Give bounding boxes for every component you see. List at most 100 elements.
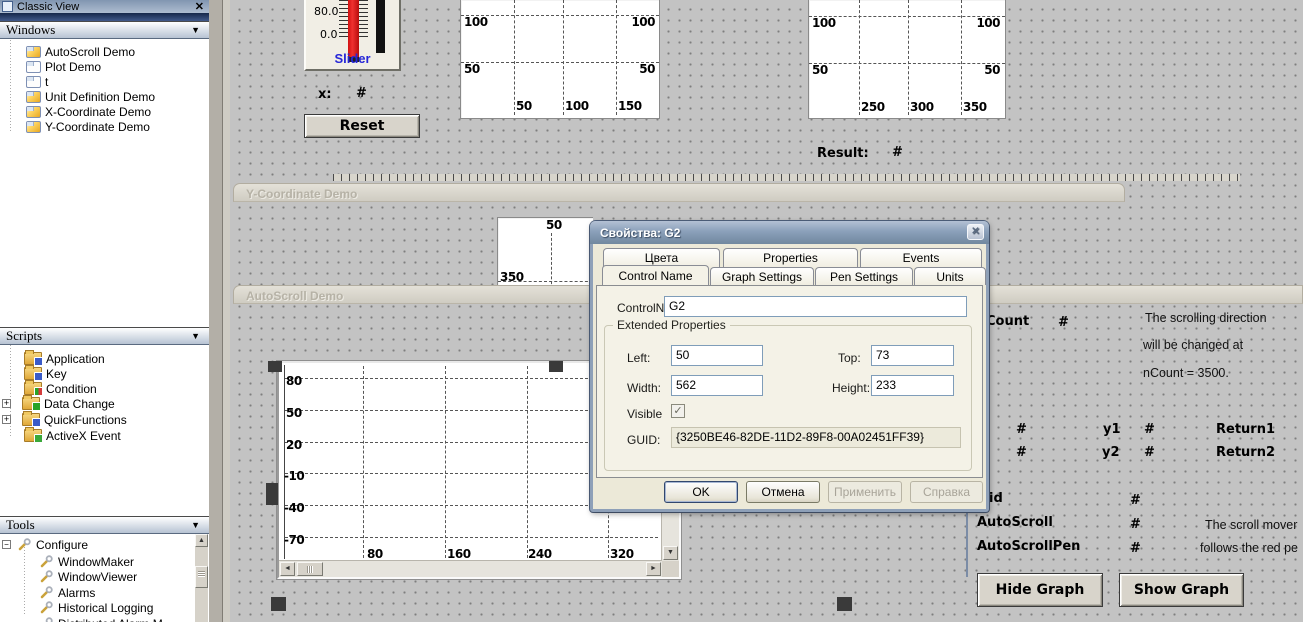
tab-label: Properties (763, 251, 818, 265)
axis-tick-label: 50 (546, 219, 562, 232)
sidebar-item-unit-definition-demo[interactable]: Unit Definition Demo (26, 89, 155, 104)
sidebar-item-historical-logging[interactable]: Historical Logging (40, 600, 153, 615)
controlname-input[interactable]: G2 (664, 296, 967, 317)
sidebar-item-data-change-script[interactable]: Data Change (2, 396, 115, 411)
selection-handle[interactable] (266, 483, 278, 505)
axis-tick-label: 350 (500, 271, 524, 284)
autoscrollpen-value-placeholder: # (1130, 542, 1141, 556)
tab-label: Цвета (645, 251, 678, 265)
sidebar-item-key-script[interactable]: Key (24, 366, 67, 381)
tree-item-label: Application (46, 352, 105, 366)
selection-handle[interactable] (271, 597, 286, 611)
y1-value-placeholder: # (1016, 423, 1027, 437)
hide-graph-button[interactable]: Hide Graph (977, 573, 1103, 607)
tab-label: Control Name (618, 269, 692, 283)
width-label: Width: (627, 381, 661, 395)
sidebar-item-configure[interactable]: Configure (2, 537, 88, 552)
classic-view-panel: Classic View Windows AutoScroll Demo Plo… (0, 0, 211, 622)
scroll-right-icon[interactable] (646, 562, 661, 576)
expander-plus-icon[interactable] (2, 399, 11, 408)
sidebar-item-activex-event-script[interactable]: ActiveX Event (24, 428, 121, 443)
controlname-value: G2 (669, 299, 685, 313)
close-icon[interactable] (195, 0, 204, 13)
visible-checkbox[interactable] (671, 404, 685, 418)
dialog-titlebar[interactable]: Свойства: G2 (590, 221, 989, 244)
apply-label: Применить (834, 485, 896, 499)
top-value: 73 (876, 348, 889, 362)
scrollbar-thumb[interactable] (195, 566, 208, 588)
sidebar-item-x-coordinate-demo[interactable]: X-Coordinate Demo (26, 104, 151, 119)
tab-events[interactable]: Events (860, 248, 982, 268)
chevron-down-icon (191, 25, 200, 35)
tools-scrollbar[interactable] (195, 534, 208, 622)
selection-handle[interactable] (837, 597, 852, 611)
selection-handle[interactable] (268, 361, 282, 372)
section-header-label: Scripts (6, 328, 42, 344)
tab-pen-settings[interactable]: Pen Settings (815, 267, 913, 285)
selection-handle[interactable] (549, 361, 563, 372)
sidebar-item-windowviewer[interactable]: WindowViewer (40, 569, 137, 584)
wrench-icon (40, 570, 54, 583)
tree-item-label: Distributed Alarm M (58, 617, 163, 622)
tab-control-name[interactable]: Control Name (602, 265, 709, 285)
cancel-button[interactable]: Отмена (746, 481, 820, 503)
help-button[interactable]: Справка (910, 481, 983, 503)
sidebar-item-alarms[interactable]: Alarms (40, 585, 95, 600)
gridline (859, 0, 860, 115)
yellow-window-icon (26, 121, 41, 133)
scroll-up-icon[interactable] (195, 534, 208, 547)
return1-label: Return1 (1216, 423, 1275, 437)
height-label: Height: (832, 381, 870, 395)
key-script-icon (24, 367, 42, 380)
top-input[interactable]: 73 (871, 345, 954, 366)
sidebar-item-t[interactable]: t (26, 74, 48, 89)
quickfunctions-script-icon (22, 413, 40, 426)
sidebar-item-autoscroll-demo[interactable]: AutoScroll Demo (26, 44, 135, 59)
window-titlebar-y-coordinate-demo[interactable]: Y-Coordinate Demo (233, 183, 1125, 202)
scroll-down-icon[interactable] (663, 546, 678, 560)
data-change-script-icon (22, 397, 40, 410)
classic-view-titlebar[interactable]: Classic View (0, 0, 209, 13)
guid-value: {3250BE46-82DE-11D2-89F8-00A02451FF39} (676, 430, 924, 444)
sidebar-item-y-coordinate-demo[interactable]: Y-Coordinate Demo (26, 119, 150, 134)
tree-item-label: WindowMaker (58, 555, 134, 569)
sidebar-item-condition-script[interactable]: Condition (24, 381, 97, 396)
ok-label: OK (692, 485, 709, 499)
tab-properties[interactable]: Properties (723, 248, 858, 268)
sidebar-item-plot-demo[interactable]: Plot Demo (26, 59, 101, 74)
show-graph-button[interactable]: Show Graph (1119, 573, 1244, 607)
scrollbar-thumb[interactable] (297, 562, 323, 576)
slider-gauge-control[interactable]: 80.0 0.0 Slider (304, 0, 401, 71)
section-header-tools[interactable]: Tools (0, 516, 209, 534)
scroll-left-icon[interactable] (280, 562, 295, 576)
sidebar-item-windowmaker[interactable]: WindowMaker (40, 554, 134, 569)
ok-button[interactable]: OK (664, 481, 738, 503)
tab-units[interactable]: Units (914, 267, 986, 285)
chart-hscrollbar[interactable] (279, 560, 662, 577)
tree-item-label: Key (46, 367, 67, 381)
section-header-scripts[interactable]: Scripts (0, 327, 209, 345)
section-header-label: Tools (6, 517, 35, 533)
left-input[interactable]: 50 (671, 345, 763, 366)
top-label: Top: (838, 351, 861, 365)
expander-plus-icon[interactable] (2, 415, 11, 424)
height-input[interactable]: 233 (871, 375, 954, 396)
y-coordinate-chart[interactable]: 50 350 (497, 217, 593, 290)
scrolling-note-line3: nCount = 3500. (1143, 366, 1229, 380)
sidebar-item-application-script[interactable]: Application (24, 351, 105, 366)
xy-chart-2[interactable]: 100 50 100 50 250 300 350 (808, 0, 1006, 119)
sidebar-item-distributed[interactable]: Distributed Alarm M (40, 616, 163, 622)
xy-chart-1[interactable]: 100 50 100 50 50 100 150 (460, 0, 660, 119)
expander-minus-icon[interactable] (2, 540, 11, 549)
apply-button[interactable]: Применить (828, 481, 902, 503)
yellow-window-icon (26, 91, 41, 103)
width-input[interactable]: 562 (671, 375, 763, 396)
sidebar-item-quickfunctions-script[interactable]: QuickFunctions (2, 412, 127, 427)
close-icon[interactable] (967, 224, 984, 240)
tab-graph-settings[interactable]: Graph Settings (710, 267, 814, 285)
gauge-min-label: 0.0 (320, 28, 338, 41)
scrollbar-corner (662, 561, 679, 577)
section-header-windows[interactable]: Windows (0, 21, 209, 39)
slider-handle-bar[interactable] (376, 0, 385, 53)
reset-button[interactable]: Reset (304, 114, 420, 138)
